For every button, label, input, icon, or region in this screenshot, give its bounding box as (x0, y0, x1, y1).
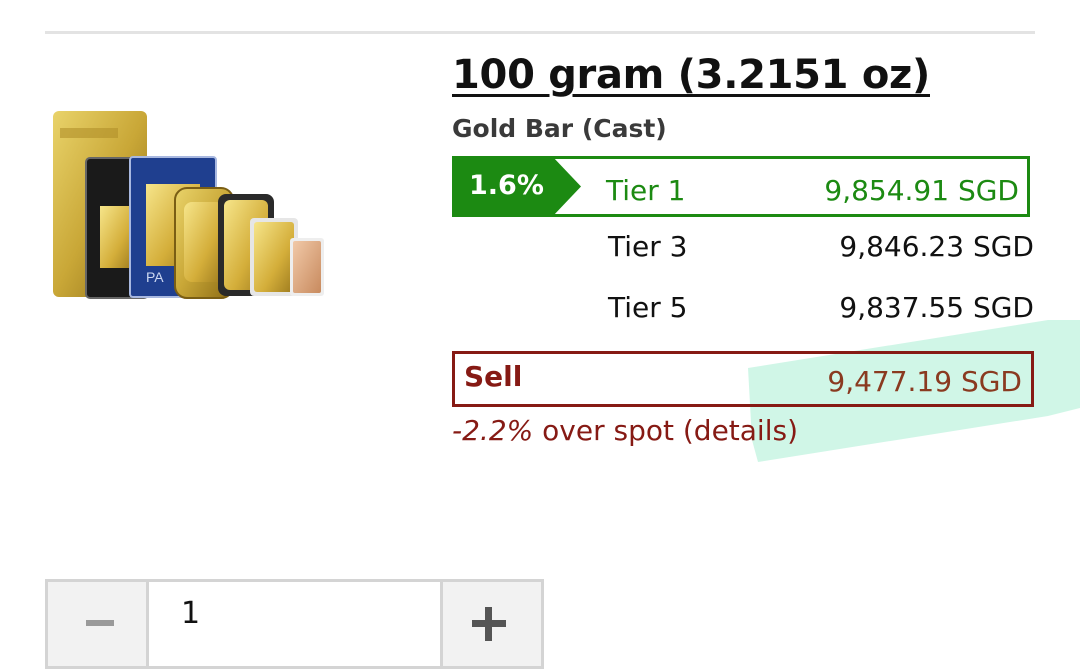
product-subtitle: Gold Bar (Cast) (452, 114, 667, 143)
spot-percent: -2.2% (452, 414, 534, 447)
sell-price: 9,477.19 SGD (827, 365, 1022, 398)
sell-row[interactable]: Sell 9,477.19 SGD (452, 351, 1034, 407)
tier-3-label: Tier 3 (608, 230, 688, 263)
decrease-quantity-button[interactable] (45, 579, 149, 669)
spot-text: over spot (533, 414, 683, 447)
tier-3-price: 9,846.23 SGD (839, 230, 1034, 263)
tier-1-price: 9,854.91 SGD (824, 174, 1019, 207)
sell-label: Sell (464, 360, 523, 393)
minus-icon (86, 620, 114, 626)
quantity-input[interactable] (146, 579, 443, 669)
svg-text:PA: PA (146, 269, 164, 285)
tier-1-row[interactable]: 1.6% Tier 1 9,854.91 SGD (452, 156, 1030, 217)
gold-bars-image[interactable]: PA (50, 106, 326, 300)
product-title-link[interactable]: 100 gram (3.2151 oz) (452, 52, 930, 98)
tier-1-label: Tier 1 (606, 174, 686, 207)
premium-percent-label: 1.6% (469, 170, 544, 201)
plus-icon-vertical (485, 607, 492, 641)
tier-3-row[interactable]: Tier 3 9,846.23 SGD (452, 222, 1034, 272)
top-divider (45, 31, 1035, 34)
spot-premium-text: -2.2% over spot (details) (452, 414, 798, 447)
increase-quantity-button[interactable] (440, 579, 544, 669)
spot-details-link[interactable]: (details) (683, 414, 798, 447)
quantity-stepper (45, 579, 544, 669)
tier-5-label: Tier 5 (608, 291, 688, 324)
